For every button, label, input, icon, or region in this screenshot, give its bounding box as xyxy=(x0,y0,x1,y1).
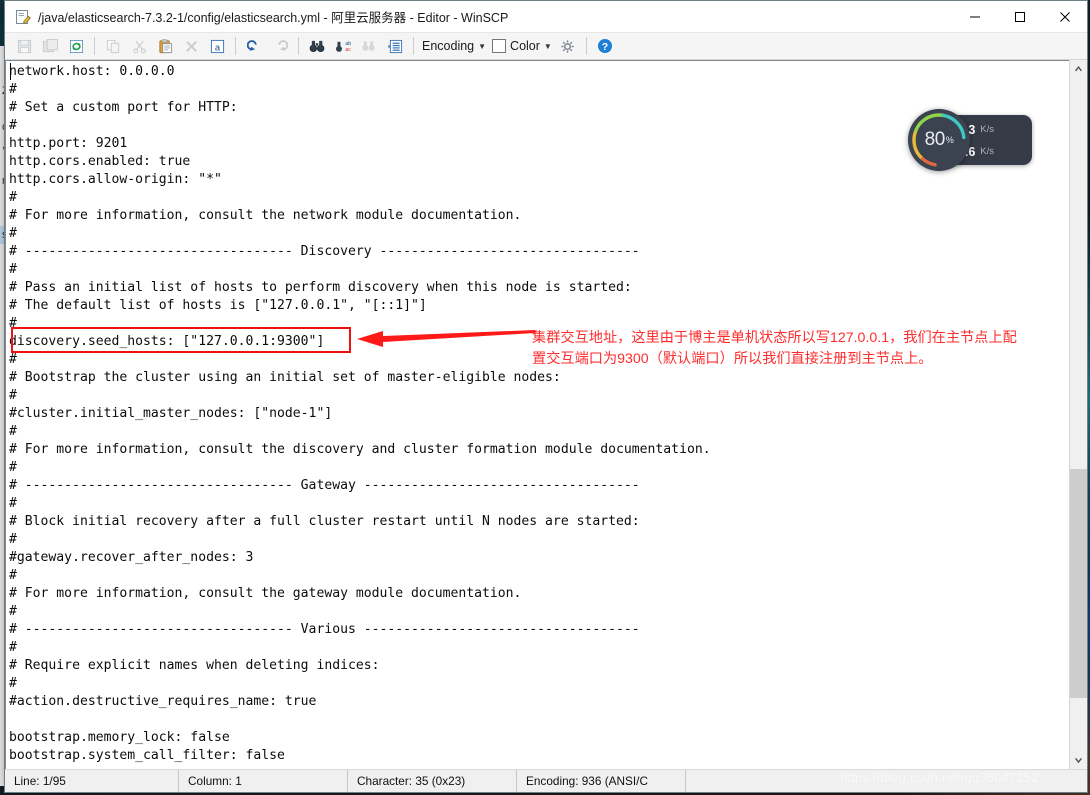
paste-icon[interactable] xyxy=(152,34,178,58)
svg-text:?: ? xyxy=(602,41,608,53)
status-bar: Line: 1/95 Column: 1 Character: 35 (0x23… xyxy=(5,769,1087,792)
toolbar-separator xyxy=(235,37,236,55)
edit-document-icon xyxy=(15,9,31,25)
encoding-dropdown[interactable]: Encoding ▼ xyxy=(419,39,489,53)
text-caret xyxy=(10,63,11,80)
title-bar: /java/elasticsearch-7.3.2-1/config/elast… xyxy=(5,1,1087,33)
text-editor[interactable]: network.host: 0.0.0.0 # # Set a custom p… xyxy=(5,60,1069,769)
delete-icon[interactable] xyxy=(178,34,204,58)
toolbar-separator xyxy=(413,37,414,55)
status-character: Character: 35 (0x23) xyxy=(348,770,517,792)
editor-content[interactable]: network.host: 0.0.0.0 # # Set a custom p… xyxy=(9,63,1069,765)
maximize-button[interactable] xyxy=(997,1,1042,32)
redo-icon[interactable] xyxy=(267,34,293,58)
scrollbar-thumb[interactable] xyxy=(1070,468,1087,698)
status-spacer xyxy=(686,770,1087,792)
select-all-icon[interactable]: a xyxy=(204,34,230,58)
scroll-up-arrow-icon[interactable] xyxy=(1070,60,1087,77)
find-next-icon[interactable] xyxy=(356,34,382,58)
vertical-scrollbar[interactable] xyxy=(1069,60,1087,769)
encoding-label: Encoding xyxy=(422,39,475,53)
scrollbar-track[interactable] xyxy=(1070,77,1087,752)
reload-icon[interactable] xyxy=(63,34,89,58)
close-button[interactable] xyxy=(1042,1,1087,32)
color-checkbox[interactable] xyxy=(492,39,507,53)
chevron-down-icon: ▼ xyxy=(543,41,552,51)
replace-icon[interactable]: ab ac xyxy=(330,34,356,58)
save-as-icon[interactable] xyxy=(37,34,63,58)
color-dropdown[interactable]: Color ▼ xyxy=(489,39,555,53)
svg-text:ac: ac xyxy=(345,46,351,52)
chevron-down-icon: ▼ xyxy=(478,41,487,51)
status-column: Column: 1 xyxy=(179,770,348,792)
status-line: Line: 1/95 xyxy=(5,770,179,792)
toolbar-separator xyxy=(585,37,587,55)
find-icon[interactable] xyxy=(304,34,330,58)
gear-icon[interactable] xyxy=(555,34,581,58)
go-to-line-icon[interactable] xyxy=(382,34,408,58)
undo-icon[interactable] xyxy=(241,34,267,58)
minimize-button[interactable] xyxy=(952,1,997,32)
toolbar-separator xyxy=(94,37,95,55)
status-encoding: Encoding: 936 (ANSI/C xyxy=(517,770,686,792)
editor-area: network.host: 0.0.0.0 # # Set a custom p… xyxy=(5,60,1087,769)
toolbar: a ab ac Encoding ▼ Color ▼ ? xyxy=(5,33,1087,60)
window-controls xyxy=(952,1,1087,32)
help-icon[interactable]: ? xyxy=(592,34,618,58)
toolbar-separator xyxy=(298,37,299,55)
window-title: /java/elasticsearch-7.3.2-1/config/elast… xyxy=(38,11,509,25)
copy-icon[interactable] xyxy=(100,34,126,58)
scroll-down-arrow-icon[interactable] xyxy=(1070,752,1087,769)
save-icon[interactable] xyxy=(11,34,37,58)
winscp-editor-window: /java/elasticsearch-7.3.2-1/config/elast… xyxy=(4,0,1088,793)
cut-icon[interactable] xyxy=(126,34,152,58)
color-label: Color xyxy=(510,39,540,53)
svg-text:a: a xyxy=(214,42,220,52)
